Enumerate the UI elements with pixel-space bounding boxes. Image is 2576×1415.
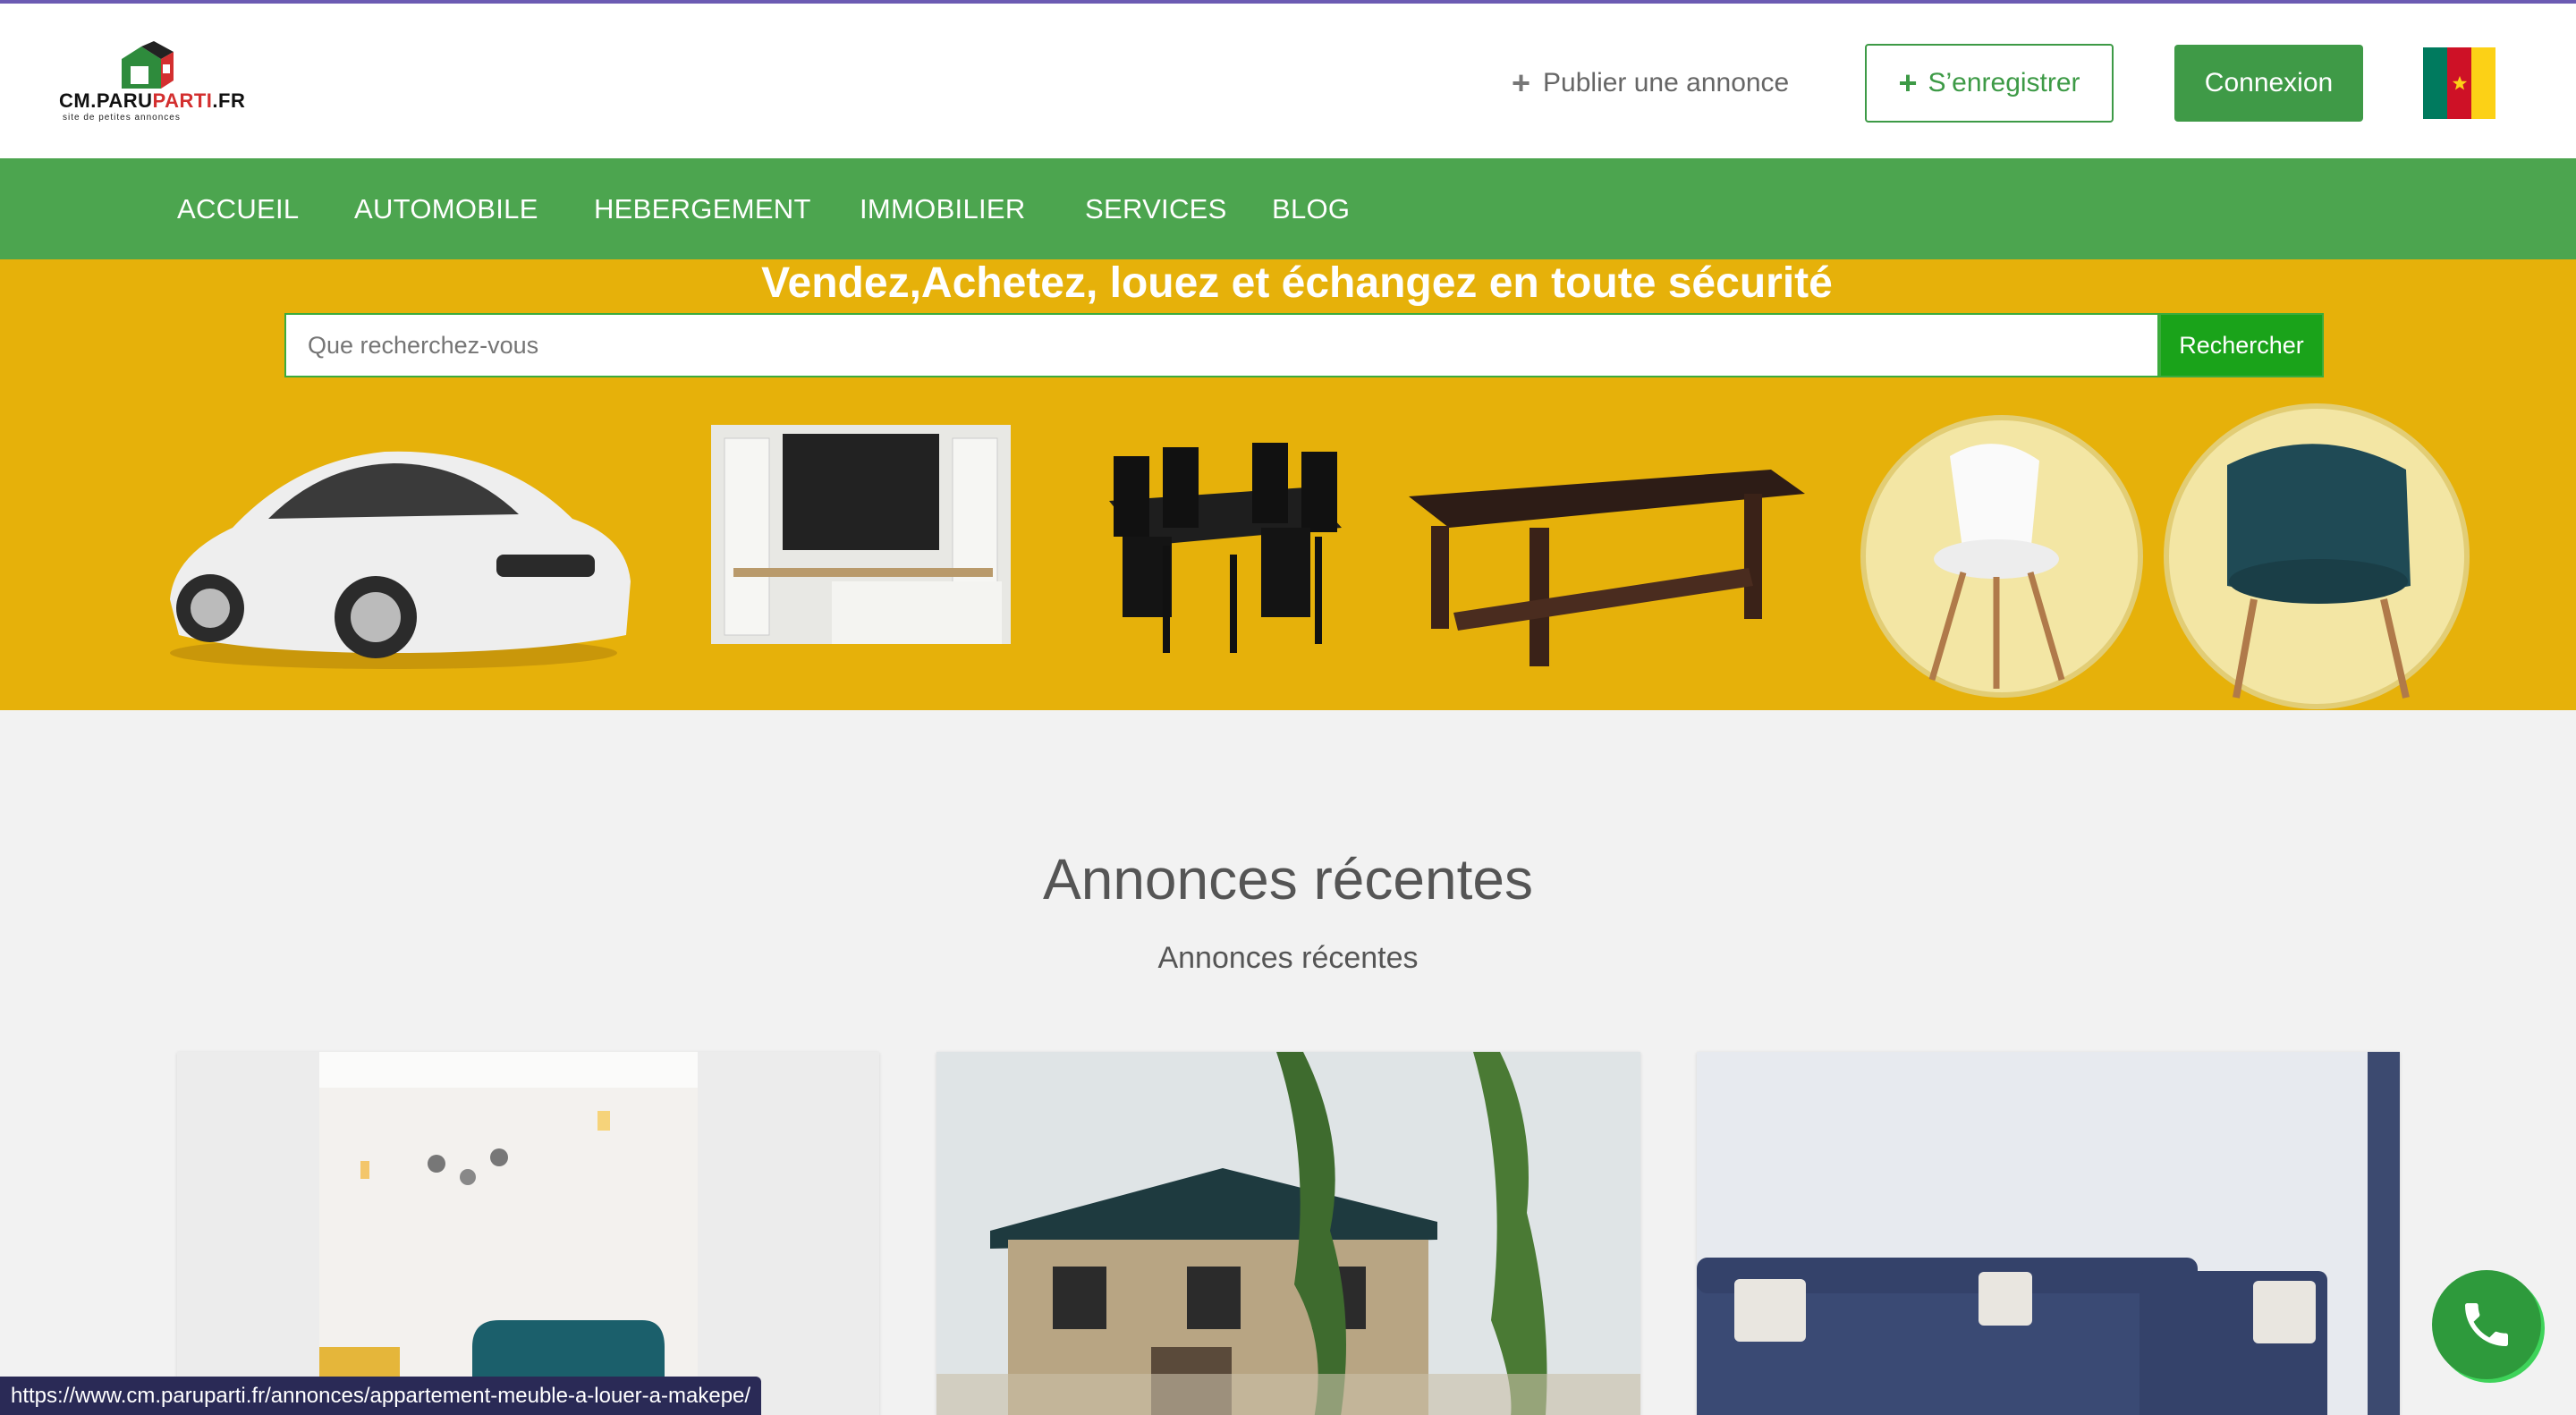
site-header: CM.PARUPARTI.FR site de petites annonces…: [0, 4, 2576, 158]
listing-photo-apartment[interactable]: [177, 1052, 879, 1415]
car-image: [170, 451, 631, 669]
logo-text: CM.PARUPARTI.FR: [59, 89, 246, 112]
tv-unit-image: [711, 425, 1011, 644]
hero-title: Vendez,Achetez, louez et échangez en tou…: [761, 259, 1833, 307]
phone-call-button[interactable]: [2432, 1270, 2541, 1379]
listing-card[interactable]: [177, 1052, 879, 1415]
nav-item-hebergement[interactable]: HEBERGEMENT: [594, 158, 811, 259]
publish-ad-link[interactable]: + Publier une annonce: [1512, 61, 1789, 106]
register-button[interactable]: + S’enregistrer: [1865, 44, 2114, 123]
register-label: S’enregistrer: [1928, 68, 2080, 97]
white-chair-image: [1860, 415, 2143, 698]
listing-photo-house[interactable]: [936, 1052, 1640, 1415]
nav-item-automobile[interactable]: AUTOMOBILE: [354, 158, 538, 259]
listing-photo-living-room[interactable]: [1697, 1052, 2400, 1415]
star-icon: [2452, 75, 2467, 90]
main-nav: ACCUEIL AUTOMOBILE HEBERGEMENT IMMOBILIE…: [0, 158, 2576, 259]
search-input[interactable]: [284, 313, 2159, 377]
cameroon-flag-icon[interactable]: [2423, 47, 2496, 119]
search-button[interactable]: Rechercher: [2159, 313, 2324, 377]
site-logo[interactable]: CM.PARUPARTI.FR site de petites annonces: [59, 39, 247, 125]
status-bar-link-preview: https://www.cm.paruparti.fr/annonces/app…: [0, 1377, 762, 1415]
coffee-table-image: [1409, 470, 1805, 666]
section-title: Annonces récentes: [1043, 847, 1533, 911]
logo-house-icon: [122, 41, 174, 89]
plus-icon: +: [1512, 64, 1531, 101]
login-button[interactable]: Connexion: [2174, 45, 2363, 122]
hero-banner: Vendez,Achetez, louez et échangez en tou…: [0, 259, 2576, 710]
publish-ad-label: Publier une annonce: [1543, 68, 1790, 97]
nav-item-blog[interactable]: BLOG: [1272, 158, 1350, 259]
logo-tagline: site de petites annonces: [63, 113, 181, 123]
phone-icon: [2465, 1303, 2508, 1346]
armchair-image: [2164, 403, 2470, 709]
nav-item-services[interactable]: SERVICES: [1085, 158, 1227, 259]
listing-card[interactable]: [1697, 1052, 2400, 1415]
nav-item-accueil[interactable]: ACCUEIL: [177, 158, 299, 259]
listing-card[interactable]: [936, 1052, 1640, 1415]
nav-item-immobilier[interactable]: IMMOBILIER: [860, 158, 1026, 259]
section-subtitle: Annonces récentes: [1157, 941, 1419, 975]
plus-icon: +: [1898, 64, 1918, 101]
dining-set-image: [1109, 443, 1342, 653]
